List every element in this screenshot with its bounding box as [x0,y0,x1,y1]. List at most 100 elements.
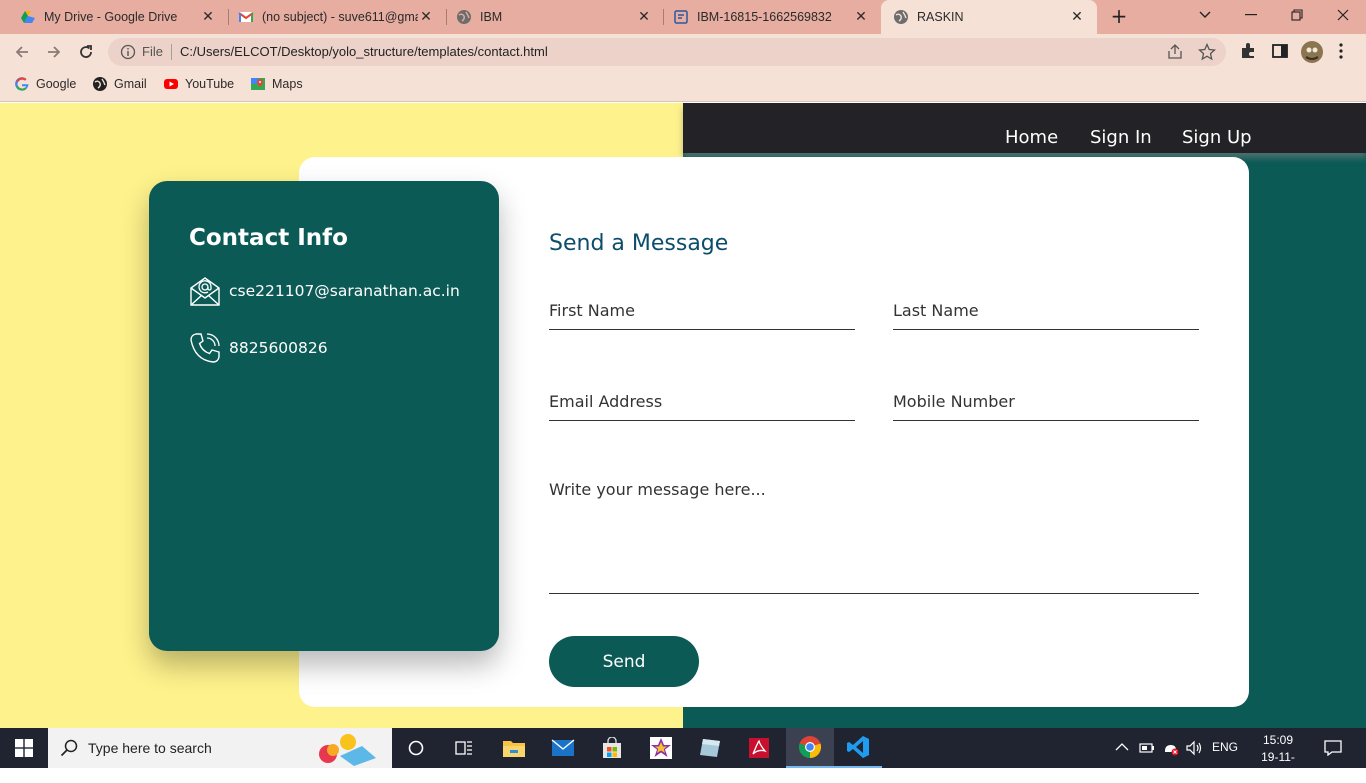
nav-home-link[interactable]: Home [1005,127,1058,148]
network-icon[interactable] [1162,740,1180,756]
language-indicator[interactable]: ENG [1212,740,1238,754]
battery-icon[interactable] [1139,742,1155,754]
close-icon[interactable]: ✕ [200,9,216,25]
vscode-icon [847,736,869,758]
back-button[interactable] [11,41,33,63]
minimize-button[interactable] [1228,0,1274,30]
share-icon[interactable] [1166,43,1184,61]
tab-title: (no subject) - suve611@gmail.com [262,10,418,24]
browser-tab-bar: My Drive - Google Drive ✕ (no subject) -… [0,0,1366,34]
taskbar-app-star[interactable] [637,728,685,768]
star-icon[interactable] [1198,43,1216,61]
url-text[interactable]: C:/Users/ELCOT/Desktop/yolo_structure/te… [180,44,548,59]
bookmarks-bar: Google Gmail YouTube Maps [0,70,1366,102]
new-tab-button[interactable]: + [1108,5,1130,27]
last-name-input[interactable] [893,292,1199,329]
contact-email[interactable]: cse221107@saranathan.ac.in [229,282,460,300]
extensions-icon[interactable] [1239,42,1257,60]
task-view-button[interactable] [440,728,488,768]
reload-button[interactable] [75,41,97,63]
tab-search-button[interactable] [1182,0,1228,30]
nav-sign-up-link[interactable]: Sign Up [1182,127,1252,148]
mobile-field [893,383,1199,421]
message-textarea[interactable] [549,480,1199,593]
chevron-up-icon[interactable] [1115,742,1129,752]
first-name-input[interactable] [549,292,855,329]
reload-icon [80,45,92,58]
close-icon[interactable]: ✕ [418,9,434,25]
cortana-icon [408,740,424,756]
contact-phone[interactable]: 8825600826 [229,339,328,357]
close-icon[interactable]: ✕ [636,9,652,25]
bookmark-gmail[interactable]: Gmail [92,76,147,92]
contact-info-panel: Contact Info cse221107@saranathan.ac.in … [149,181,499,651]
contact-info-title: Contact Info [189,225,348,251]
close-icon[interactable]: ✕ [853,9,869,25]
mobile-input[interactable] [893,383,1199,420]
restore-icon [1291,9,1303,21]
globe-icon [894,10,908,24]
bookmark-label: Google [36,77,77,91]
search-placeholder: Type here to search [88,740,212,756]
address-divider [171,44,172,60]
tab-google-drive[interactable]: My Drive - Google Drive ✕ [0,0,228,34]
minimize-icon [1245,14,1257,16]
profile-avatar-icon[interactable] [1300,40,1324,64]
star-app-icon [650,737,672,759]
start-button[interactable] [0,728,48,768]
tab-ibm[interactable]: IBM ✕ [436,0,664,34]
clock-date: 19-11-2022 [1261,750,1295,781]
tab-title: My Drive - Google Drive [44,10,178,24]
taskbar-file-explorer[interactable] [490,728,538,768]
search-highlight-icon [319,734,376,766]
taskbar-chrome[interactable] [786,728,834,768]
notifications-icon[interactable] [1324,740,1342,756]
bookmark-youtube[interactable]: YouTube [163,76,234,92]
side-panel-icon[interactable] [1271,42,1289,60]
taskbar-app-notes[interactable] [686,728,734,768]
maps-icon [251,78,265,90]
store-icon [603,737,621,758]
youtube-icon [164,79,178,89]
bookmark-maps[interactable]: Maps [250,76,303,92]
bookmark-google[interactable]: Google [14,76,76,92]
contact-email-row: cse221107@saranathan.ac.in [189,275,460,307]
bookmark-label: YouTube [185,77,235,91]
email-input[interactable] [549,383,855,420]
taskbar-vscode[interactable] [834,728,882,768]
arrow-right-icon [48,46,61,58]
tab-gmail[interactable]: (no subject) - suve611@gmail.com ✕ [218,0,446,34]
nav-sign-in-link[interactable]: Sign In [1090,127,1152,148]
mail-app-icon [551,739,575,756]
globe-icon [457,10,471,24]
document-icon [674,10,688,24]
google-drive-icon [21,11,35,23]
cortana-button[interactable] [392,728,440,768]
taskbar-mail[interactable] [539,728,587,768]
taskbar-acrobat[interactable] [735,728,783,768]
taskbar-search[interactable]: Type here to search [48,728,392,768]
system-clock[interactable]: 15:09 19-11-2022 [1248,732,1308,783]
chrome-icon [798,736,822,759]
address-bar[interactable]: File C:/Users/ELCOT/Desktop/yolo_structu… [108,38,1226,66]
bookmark-label: Maps [272,77,303,91]
phone-icon [190,333,220,363]
restore-button[interactable] [1274,0,1320,30]
windows-taskbar: Type here to search ENG 15:09 19-11-2022 [0,728,1366,781]
browser-toolbar: File C:/Users/ELCOT/Desktop/yolo_structu… [0,34,1366,70]
tab-title: IBM [480,10,503,24]
menu-dots-icon[interactable] [1338,42,1344,60]
forward-button[interactable] [43,41,65,63]
close-window-button[interactable] [1320,0,1366,30]
form-title: Send a Message [549,231,729,256]
volume-icon[interactable] [1186,740,1204,756]
bookmark-label: Gmail [114,77,147,91]
search-icon [60,739,78,757]
taskbar-store[interactable] [588,728,636,768]
info-icon[interactable] [120,44,136,60]
close-icon[interactable]: ✕ [1069,9,1085,25]
send-button[interactable]: Send [549,636,699,687]
tab-ibm-document[interactable]: IBM-16815-1662569832 ✕ [653,0,881,34]
globe-icon [93,77,107,91]
tab-raskin[interactable]: RASKIN ✕ [881,0,1097,34]
